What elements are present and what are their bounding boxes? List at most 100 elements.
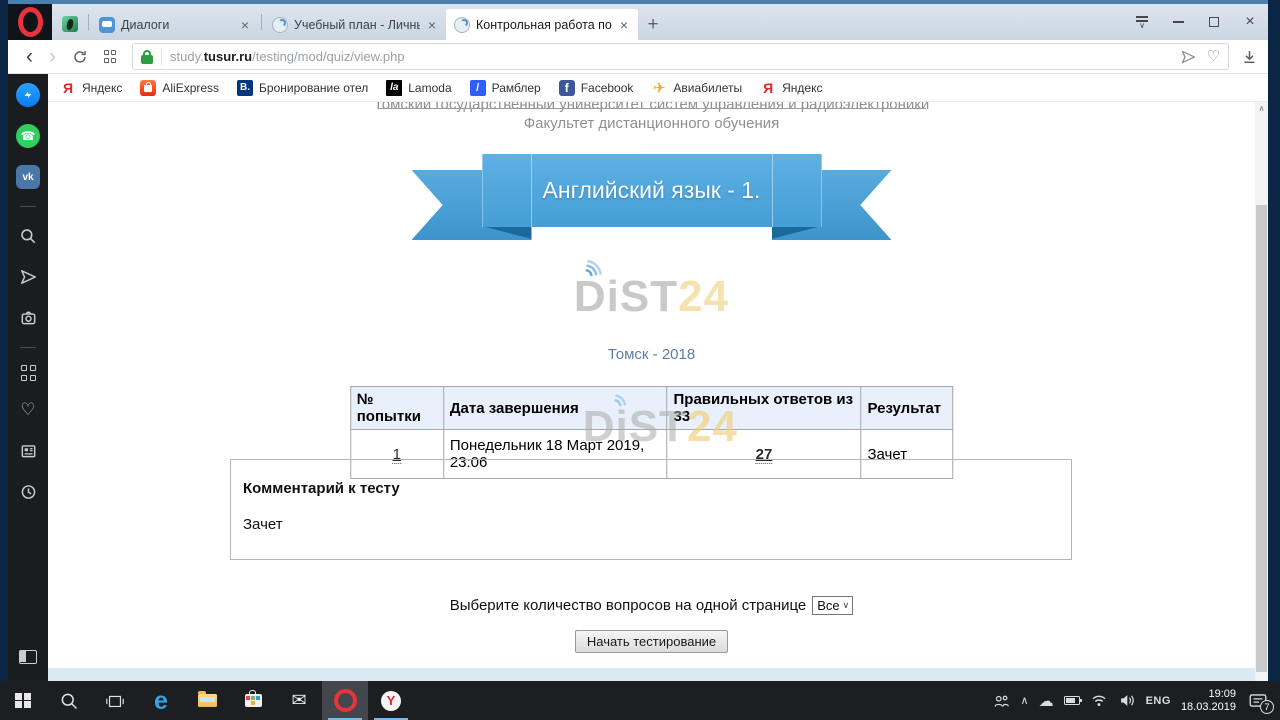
window-controls: ∨ × <box>1124 4 1268 40</box>
bookmark-yandex[interactable]: ЯЯндекс <box>60 80 122 96</box>
url-text[interactable]: study.tusur.ru/testing/mod/quiz/view.php <box>170 49 1180 64</box>
wifi-icon[interactable] <box>1090 693 1108 708</box>
speed-dial-sidebar-icon[interactable] <box>20 365 36 381</box>
bookmark-lamoda[interactable]: laLamoda <box>386 80 451 96</box>
reload-button[interactable] <box>72 49 88 65</box>
comment-title: Комментарий к тесту <box>243 480 400 497</box>
close-window-button[interactable]: × <box>1232 4 1268 40</box>
tab-title: Диалоги <box>121 18 233 32</box>
my-flow-send-icon[interactable] <box>1180 49 1197 65</box>
mail-icon: ✉ <box>291 690 306 711</box>
speed-dial-button[interactable] <box>104 50 118 64</box>
clock[interactable]: 19:09 18.03.2019 <box>1181 688 1236 714</box>
taskbar-search-button[interactable] <box>46 681 92 720</box>
bookmark-booking[interactable]: B.Бронирование отел <box>237 80 368 96</box>
booking-icon: B. <box>237 80 253 96</box>
yandex-icon: Я <box>60 80 76 96</box>
store-icon <box>245 694 262 707</box>
questions-per-page-row: Выберите количество вопросов на одной ст… <box>48 596 1255 615</box>
bookmark-avia[interactable]: ✈Авиабилеты <box>651 80 742 96</box>
windows-taskbar: e ✉ Y ∧ ☁ ENG 19:09 18.03.2019 7 <box>0 681 1280 720</box>
forward-button[interactable]: › <box>49 47 56 67</box>
start-test-button[interactable]: Начать тестирование <box>575 630 728 653</box>
my-flow-icon[interactable] <box>16 265 40 289</box>
onedrive-cloud-icon[interactable]: ☁ <box>1039 692 1054 710</box>
address-toolbar: ‹ › study.tusur.ru/testing/mod/quiz/view… <box>8 40 1268 74</box>
tab-study-plan[interactable]: Учебный план - Личный × <box>264 9 446 40</box>
facebook-icon: f <box>559 80 575 96</box>
bookmark-rambler[interactable]: /Рамблер <box>470 80 541 96</box>
tab-quiz-active[interactable]: Контрольная работа по д × <box>446 9 638 40</box>
edge-button[interactable]: e <box>138 681 184 720</box>
show-hidden-icons-chevron[interactable]: ∧ <box>1021 694 1029 707</box>
mail-button[interactable]: ✉ <box>276 681 322 720</box>
store-button[interactable] <box>230 681 276 720</box>
opera-taskbar-button[interactable] <box>322 681 368 720</box>
dist24-logo: DiST24 <box>522 260 782 334</box>
tab-bar: Диалоги × Учебный план - Личный × Контро… <box>8 0 1268 40</box>
page-footer-band <box>48 668 1255 681</box>
close-tab-icon[interactable]: × <box>239 17 251 33</box>
bookmark-aliexpress[interactable]: AliExpress <box>140 80 219 96</box>
battery-icon[interactable] <box>1064 696 1080 705</box>
tab-dialogs[interactable]: Диалоги × <box>91 9 259 40</box>
downloads-button[interactable] <box>1241 49 1258 65</box>
new-tab-button[interactable]: + <box>638 9 668 40</box>
people-icon[interactable] <box>991 692 1011 710</box>
aliexpress-bag-icon <box>140 80 156 96</box>
comment-box: Комментарий к тесту Зачет <box>230 459 1072 560</box>
comment-body: Зачет <box>243 516 283 533</box>
maximize-button[interactable] <box>1196 4 1232 40</box>
sidebar-divider <box>20 206 36 207</box>
bookmarks-heart-icon[interactable]: ♡ <box>16 398 40 422</box>
tab-menu-button[interactable]: ∨ <box>1124 4 1160 40</box>
whatsapp-icon[interactable]: ☎ <box>16 124 40 148</box>
snapshot-camera-icon[interactable] <box>16 306 40 330</box>
address-bar[interactable]: study.tusur.ru/testing/mod/quiz/view.php… <box>132 43 1229 70</box>
close-tab-icon[interactable]: × <box>426 17 438 33</box>
dist-favicon-icon <box>454 17 470 33</box>
back-button[interactable]: ‹ <box>26 47 33 67</box>
close-tab-icon[interactable]: × <box>618 17 630 33</box>
search-icon[interactable] <box>16 224 40 248</box>
page-scrollbar[interactable]: ∧ <box>1255 102 1268 681</box>
action-center-button[interactable]: 7 <box>1246 691 1270 711</box>
yandex-icon: Я <box>760 80 776 96</box>
system-tray: ∧ ☁ ENG 19:09 18.03.2019 7 <box>991 681 1280 720</box>
questions-per-page-select[interactable]: Все ∨ <box>812 596 853 615</box>
opera-menu-button[interactable] <box>8 4 52 40</box>
volume-icon[interactable] <box>1118 693 1136 708</box>
dist-favicon-icon <box>272 17 288 33</box>
questions-per-page-label: Выберите количество вопросов на одной ст… <box>450 597 807 614</box>
vk-icon[interactable]: vk <box>16 165 40 189</box>
tab-separator <box>261 14 262 30</box>
scroll-up-arrow[interactable]: ∧ <box>1255 104 1268 113</box>
city-year-line: Томск - 2018 <box>48 346 1255 363</box>
start-button[interactable] <box>0 681 46 720</box>
sidebar-setup-icon[interactable] <box>16 645 40 669</box>
opera-logo-icon <box>18 7 43 37</box>
personal-news-icon[interactable] <box>16 439 40 463</box>
history-clock-icon[interactable] <box>16 480 40 504</box>
tab-menu-icon: ∨ <box>1136 15 1148 29</box>
notification-count-badge: 7 <box>1260 700 1274 714</box>
col-attempt: № попытки <box>350 387 443 430</box>
table-header-row: № попытки Дата завершения Правильных отв… <box>350 387 953 430</box>
scrollbar-thumb[interactable] <box>1256 205 1267 672</box>
yandex-browser-button[interactable]: Y <box>368 681 414 720</box>
minimize-button[interactable] <box>1160 4 1196 40</box>
tab-title: Контрольная работа по д <box>476 18 612 32</box>
chevron-down-icon: ∨ <box>843 600 850 611</box>
messenger-icon[interactable] <box>16 83 40 107</box>
bookmark-yandex-2[interactable]: ЯЯндекс <box>760 80 822 96</box>
pinned-tab[interactable] <box>62 16 78 32</box>
bookmark-facebook[interactable]: fFacebook <box>559 80 634 96</box>
language-indicator[interactable]: ENG <box>1146 695 1171 707</box>
url-separator <box>161 49 162 65</box>
task-view-button[interactable] <box>92 681 138 720</box>
file-explorer-button[interactable] <box>184 681 230 720</box>
bookmark-heart-icon[interactable]: ♡ <box>1207 49 1220 64</box>
secure-lock-icon[interactable] <box>141 50 153 64</box>
chat-favicon-icon <box>99 17 115 33</box>
tab-title: Учебный план - Личный <box>294 18 420 32</box>
